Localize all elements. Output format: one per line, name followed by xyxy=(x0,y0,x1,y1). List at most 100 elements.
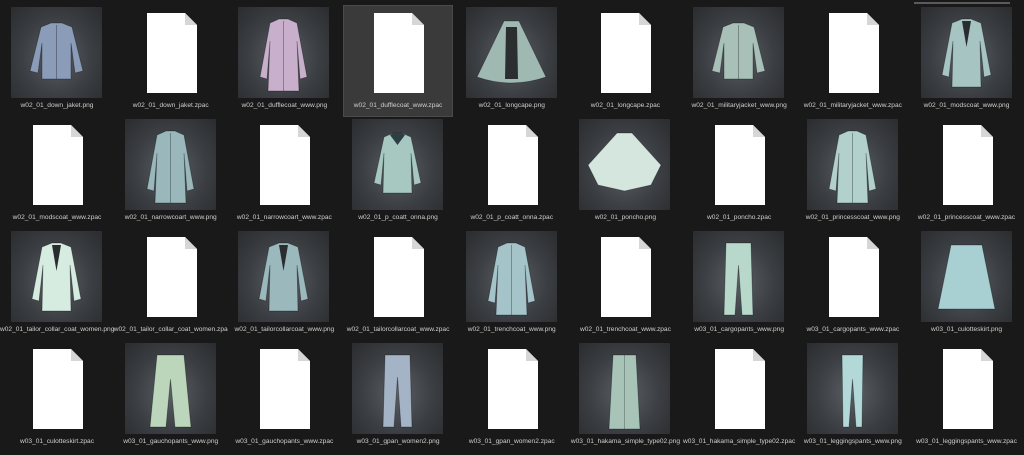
image-thumbnail xyxy=(11,7,102,98)
file-name-label: w02_01_down_jaket.png xyxy=(20,102,94,109)
image-thumbnail xyxy=(352,343,444,434)
file-tile[interactable]: w02_01_narrowcoart_www.zpac xyxy=(227,119,341,231)
file-name-label: w02_01_tailorcollarcoat_www.zpac xyxy=(346,326,450,333)
file-name-label: w03_01_leggingspants_www.png xyxy=(803,438,902,445)
file-name-label: w03_01_gauchopants_www.zpac xyxy=(235,438,334,445)
file-tile[interactable]: w03_01_hakama_simple_type02.zpac xyxy=(682,343,796,455)
window-top-bar xyxy=(0,0,1024,6)
file-name-label: w02_01_narrowcoart_www.zpac xyxy=(236,214,332,221)
file-thumbnail-grid: w02_01_down_jaket.png w02_01_down_jaket.… xyxy=(0,5,1024,455)
file-name-label: w02_01_p_coatt_onna.zpac xyxy=(470,214,554,221)
file-name-label: w03_01_hakama_simple_type02.zpac xyxy=(683,438,796,445)
file-tile[interactable]: w02_01_p_coatt_onna.png xyxy=(341,119,455,231)
image-thumbnail xyxy=(806,119,898,210)
file-tile[interactable]: w02_01_militaryjacket_www.zpac xyxy=(796,7,910,119)
file-tile[interactable]: w02_01_dufflecoat_www.png xyxy=(227,7,341,119)
image-thumbnail xyxy=(465,7,557,98)
file-tile[interactable]: w02_01_down_jaket.png xyxy=(0,7,114,119)
file-tile[interactable]: w03_01_gpan_women2.png xyxy=(341,343,455,455)
file-tile[interactable]: w03_01_culotteskirt.png xyxy=(910,231,1024,343)
file-icon xyxy=(807,231,898,322)
image-thumbnail xyxy=(579,119,671,210)
file-tile[interactable]: w02_01_modscoat_www.png xyxy=(910,7,1024,119)
file-tile[interactable]: w02_01_down_jaket.zpac xyxy=(114,7,228,119)
file-name-label: w02_01_militaryjacket_www.png xyxy=(691,102,787,109)
file-name-label: w02_01_tailor_collar_coat_women.zpac xyxy=(113,326,228,333)
image-thumbnail xyxy=(238,7,330,98)
image-thumbnail xyxy=(920,7,1012,98)
file-name-label: w02_01_poncho.png xyxy=(594,214,657,221)
file-tile[interactable]: w02_01_p_coatt_onna.zpac xyxy=(455,119,569,231)
file-name-label: w02_01_trenchcoat_www.zpac xyxy=(579,326,671,333)
file-name-label: w03_01_gpan_women2.zpac xyxy=(468,438,555,445)
file-tile[interactable]: w02_01_longcape.zpac xyxy=(568,7,682,119)
file-name-label: w02_01_longcape.png xyxy=(478,102,545,109)
image-thumbnail xyxy=(806,343,898,434)
file-name-label: w02_01_down_jaket.zpac xyxy=(132,102,209,109)
file-tile[interactable]: w03_01_gauchopants_www.png xyxy=(114,343,228,455)
file-icon xyxy=(352,231,443,322)
file-name-label: w02_01_modscoat_www.png xyxy=(923,102,1010,109)
file-name-label: w03_01_cargopants_www.png xyxy=(694,326,785,333)
file-icon xyxy=(238,343,329,434)
file-tile[interactable]: w02_01_tailorcollarcoat_www.png xyxy=(227,231,341,343)
image-thumbnail xyxy=(124,343,216,434)
file-icon xyxy=(579,7,670,98)
file-name-label: w03_01_cargopants_www.zpac xyxy=(806,326,900,333)
file-name-label: w03_01_leggingspants_www.zpac xyxy=(916,438,1017,445)
file-tile[interactable]: w02_01_poncho.png xyxy=(568,119,682,231)
file-tile[interactable]: w02_01_trenchcoat_www.zpac xyxy=(568,231,682,343)
file-icon xyxy=(11,343,102,434)
image-thumbnail xyxy=(920,231,1012,322)
file-tile[interactable]: w03_01_gpan_women2.zpac xyxy=(455,343,569,455)
file-icon xyxy=(125,7,216,98)
file-tile[interactable]: w03_01_gauchopants_www.zpac xyxy=(227,343,341,455)
file-name-label: w02_01_modscoat_www.zpac xyxy=(12,214,102,221)
file-name-label: w02_01_princesscoat_www.png xyxy=(805,214,900,221)
file-tile[interactable]: w02_01_longcape.png xyxy=(455,7,569,119)
file-tile[interactable]: w02_01_modscoat_www.zpac xyxy=(0,119,114,231)
file-icon xyxy=(693,343,784,434)
file-name-label: w02_01_tailorcollarcoat_www.png xyxy=(234,326,335,333)
file-tile[interactable]: w02_01_princesscoat_www.png xyxy=(796,119,910,231)
file-icon xyxy=(693,119,784,210)
image-thumbnail xyxy=(124,119,216,210)
file-name-label: w02_01_dufflecoat_www.png xyxy=(241,102,328,109)
file-icon xyxy=(921,343,1012,434)
file-tile[interactable]: w03_01_cargopants_www.zpac xyxy=(796,231,910,343)
file-tile[interactable]: w02_01_poncho.zpac xyxy=(682,119,796,231)
horizontal-scrollbar[interactable] xyxy=(914,2,1010,4)
file-tile[interactable]: w02_01_princesscoat_www.zpac xyxy=(910,119,1024,231)
file-name-label: w02_01_trenchcoat_www.png xyxy=(467,326,556,333)
file-icon xyxy=(352,7,443,98)
file-tile[interactable]: w02_01_tailor_collar_coat_women.png xyxy=(0,231,114,343)
file-icon xyxy=(466,343,557,434)
file-tile[interactable]: w02_01_tailor_collar_coat_women.zpac xyxy=(114,231,228,343)
file-tile[interactable]: w03_01_cargopants_www.png xyxy=(682,231,796,343)
file-tile[interactable]: w03_01_culotteskirt.zpac xyxy=(0,343,114,455)
file-tile[interactable]: w02_01_militaryjacket_www.png xyxy=(682,7,796,119)
file-tile[interactable]: w03_01_leggingspants_www.png xyxy=(796,343,910,455)
file-tile[interactable]: w02_01_dufflecoat_www.zpac xyxy=(341,5,455,119)
image-thumbnail xyxy=(11,231,102,322)
file-icon xyxy=(466,119,557,210)
file-name-label: w03_01_hakama_simple_type02.png xyxy=(570,438,681,445)
image-thumbnail xyxy=(693,231,785,322)
file-tile[interactable]: w03_01_hakama_simple_type02.png xyxy=(568,343,682,455)
file-icon xyxy=(579,231,670,322)
file-tile[interactable]: w03_01_leggingspants_www.zpac xyxy=(910,343,1024,455)
file-tile[interactable]: w02_01_trenchcoat_www.png xyxy=(455,231,569,343)
file-icon xyxy=(125,231,216,322)
file-name-label: w03_01_culotteskirt.png xyxy=(930,326,1003,333)
file-name-label: w02_01_tailor_collar_coat_women.png xyxy=(0,326,114,333)
image-thumbnail xyxy=(693,7,785,98)
file-name-label: w02_01_dufflecoat_www.zpac xyxy=(353,102,443,109)
file-tile[interactable]: w02_01_narrowcoart_www.png xyxy=(114,119,228,231)
file-name-label: w03_01_culotteskirt.zpac xyxy=(19,438,95,445)
image-thumbnail xyxy=(579,343,671,434)
file-name-label: w02_01_longcape.zpac xyxy=(590,102,661,109)
file-tile[interactable]: w02_01_tailorcollarcoat_www.zpac xyxy=(341,231,455,343)
file-icon xyxy=(11,119,102,210)
file-icon xyxy=(921,119,1012,210)
file-name-label: w02_01_poncho.zpac xyxy=(707,214,772,221)
